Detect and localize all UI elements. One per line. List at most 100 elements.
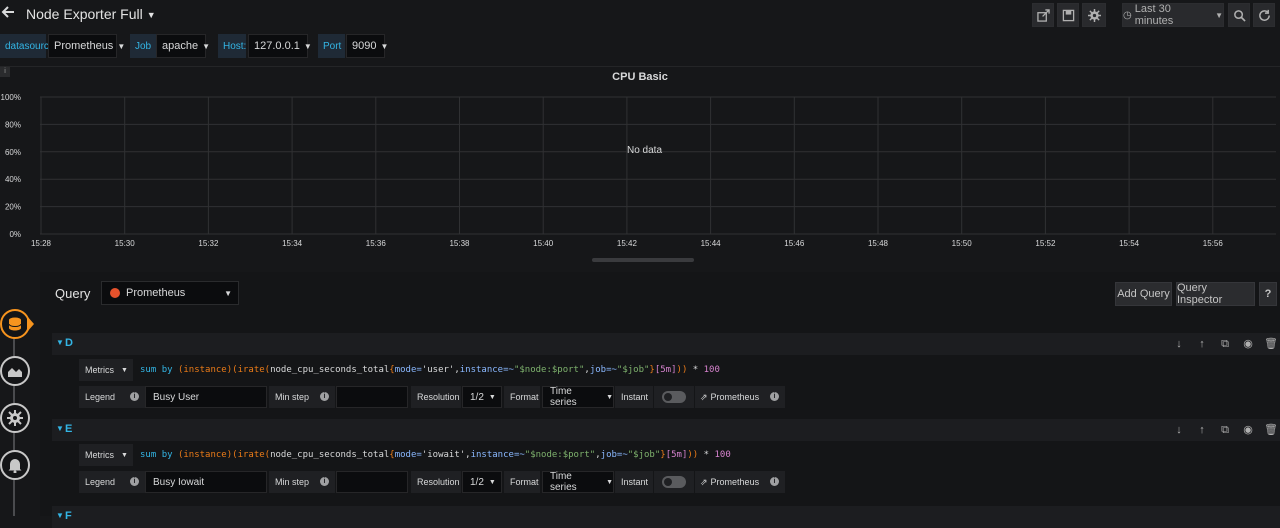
legend-input[interactable]: Busy Iowait xyxy=(145,471,267,493)
query-token: sum xyxy=(140,450,162,460)
query-token: * xyxy=(698,450,715,460)
move-down-icon[interactable]: ↓ xyxy=(1172,337,1186,351)
x-tick-label: 15:34 xyxy=(282,239,303,248)
share-button[interactable] xyxy=(1032,3,1054,27)
chevron-down-icon: ▼ xyxy=(146,10,156,21)
chevron-down-icon: ▼ xyxy=(380,41,389,51)
query-token: job=~ xyxy=(600,450,628,460)
dashboard-title[interactable]: Node Exporter Full ▼ xyxy=(26,6,156,22)
format-select[interactable]: Time series ▼ xyxy=(542,386,614,408)
save-dashboard-button[interactable] xyxy=(1057,3,1079,27)
help-button[interactable]: ? xyxy=(1259,282,1277,306)
query-row-header[interactable]: ▼ D ↓ ↑ ⧉ ◉ 🗑 xyxy=(52,333,1280,355)
instant-toggle[interactable] xyxy=(662,476,686,488)
info-icon[interactable]: i xyxy=(320,392,329,401)
sidebar-visualization-tab[interactable] xyxy=(0,356,30,386)
legend-label: Legend i xyxy=(79,386,145,408)
min-step-label: Min step i xyxy=(269,386,335,408)
area-chart-icon xyxy=(8,368,22,377)
external-link-icon: ⇗ xyxy=(700,391,708,402)
metrics-label[interactable]: Metrics ▼ xyxy=(79,444,133,466)
panel-resize-handle[interactable] xyxy=(592,258,694,262)
info-icon[interactable]: i xyxy=(130,477,139,486)
prometheus-link[interactable]: ⇗ Prometheus i xyxy=(695,471,785,493)
share-icon xyxy=(1036,8,1050,22)
active-tab-indicator xyxy=(27,316,34,332)
x-tick-label: 15:50 xyxy=(952,239,973,248)
sidebar-general-tab[interactable] xyxy=(0,403,30,433)
var-select-datasource[interactable]: Prometheus ▼ xyxy=(48,34,125,58)
var-label-port: Port xyxy=(318,34,345,58)
var-label-datasource: datasource xyxy=(0,34,54,58)
prometheus-link[interactable]: ⇗ Prometheus i xyxy=(695,386,785,408)
legend-label-text: Legend xyxy=(85,477,116,487)
resolution-label: Resolution xyxy=(411,471,461,493)
min-step-label-text: Min step xyxy=(275,477,310,487)
instant-toggle[interactable] xyxy=(662,391,686,403)
settings-button[interactable] xyxy=(1082,3,1106,27)
sidebar-queries-tab[interactable] xyxy=(0,309,30,339)
info-icon[interactable]: i xyxy=(770,477,779,486)
query-token: instance=~ xyxy=(470,450,525,460)
dashboard-title-text: Node Exporter Full xyxy=(26,6,143,22)
var-select-host[interactable]: 127.0.0.1 ▼ xyxy=(248,34,312,58)
var-select-job[interactable]: apache ▼ xyxy=(156,34,210,58)
format-select[interactable]: Time series ▼ xyxy=(542,471,614,493)
refresh-button[interactable] xyxy=(1253,3,1275,27)
eye-icon[interactable]: ◉ xyxy=(1241,337,1255,351)
query-token: mode= xyxy=(394,450,422,460)
template-variables: datasource Prometheus ▼ Job apache ▼ Host:… xyxy=(0,34,1280,58)
resolution-select[interactable]: 1/2 ▼ xyxy=(462,386,502,408)
sidebar-alert-tab[interactable] xyxy=(0,450,30,480)
min-step-label: Min step i xyxy=(269,471,335,493)
trash-icon[interactable]: 🗑 xyxy=(1264,423,1278,437)
instant-toggle-wrap xyxy=(654,471,694,493)
min-step-label-text: Min step xyxy=(275,392,310,402)
trash-icon[interactable]: 🗑 xyxy=(1264,337,1278,351)
metrics-query-input[interactable]: sum by (instance)(irate(node_cpu_seconds… xyxy=(140,444,731,466)
min-step-input[interactable] xyxy=(336,471,408,493)
eye-icon[interactable]: ◉ xyxy=(1241,423,1255,437)
x-tick-label: 15:28 xyxy=(31,239,52,248)
move-up-icon[interactable]: ↑ xyxy=(1195,423,1209,437)
query-row-header[interactable]: ▼ E ↓ ↑ ⧉ ◉ 🗑 xyxy=(52,419,1280,441)
move-down-icon[interactable]: ↓ xyxy=(1172,423,1186,437)
no-data-message: No data xyxy=(627,145,663,156)
metrics-query-input[interactable]: sum by (instance)(irate(node_cpu_seconds… xyxy=(140,359,720,381)
var-select-port[interactable]: 9090 ▼ xyxy=(346,34,389,58)
back-arrow-icon[interactable] xyxy=(0,4,18,24)
resolution-select[interactable]: 1/2 ▼ xyxy=(462,471,502,493)
prometheus-link-text: Prometheus xyxy=(710,392,760,402)
bell-icon xyxy=(8,459,22,473)
query-inspector-button[interactable]: Query Inspector xyxy=(1176,282,1255,306)
metrics-label[interactable]: Metrics ▼ xyxy=(79,359,133,381)
cpu-chart: 100% 80% 60% 40% 20% 0% 15:28 15:30 15:32 15:34 15… xyxy=(1,93,1276,248)
query-token: 100 xyxy=(703,365,720,375)
x-tick-label: 15:46 xyxy=(784,239,805,248)
move-up-icon[interactable]: ↑ xyxy=(1195,337,1209,351)
duplicate-icon[interactable]: ⧉ xyxy=(1218,337,1232,351)
min-step-input[interactable] xyxy=(336,386,408,408)
x-tick-label: 15:54 xyxy=(1119,239,1140,248)
query-token: (instance) xyxy=(177,365,233,375)
datasource-picker[interactable]: Prometheus ▼ xyxy=(101,281,239,305)
chevron-down-icon: ▼ xyxy=(488,393,496,401)
query-row-header[interactable]: ▼ F xyxy=(52,506,1280,528)
collapse-chevron-icon[interactable]: ▼ xyxy=(56,424,64,433)
time-range-picker[interactable]: ◷ Last 30 minutes ▼ xyxy=(1122,3,1224,27)
duplicate-icon[interactable]: ⧉ xyxy=(1218,423,1232,437)
chevron-down-icon: ▼ xyxy=(121,451,128,459)
legend-input[interactable]: Busy User xyxy=(145,386,267,408)
search-icon xyxy=(1233,9,1246,22)
add-query-button[interactable]: Add Query xyxy=(1115,282,1172,306)
y-tick-label: 80% xyxy=(5,120,21,129)
query-token: )) xyxy=(687,450,699,460)
info-icon[interactable]: i xyxy=(130,392,139,401)
query-token: (instance) xyxy=(177,450,233,460)
info-icon[interactable]: i xyxy=(770,392,779,401)
top-navbar: Node Exporter Full ▼ ◷ Last 30 minutes ▼ xyxy=(0,0,1280,32)
info-icon[interactable]: i xyxy=(320,477,329,486)
zoom-out-button[interactable] xyxy=(1228,3,1250,27)
collapse-chevron-icon[interactable]: ▼ xyxy=(56,338,64,347)
query-ref-id: E xyxy=(65,423,73,435)
